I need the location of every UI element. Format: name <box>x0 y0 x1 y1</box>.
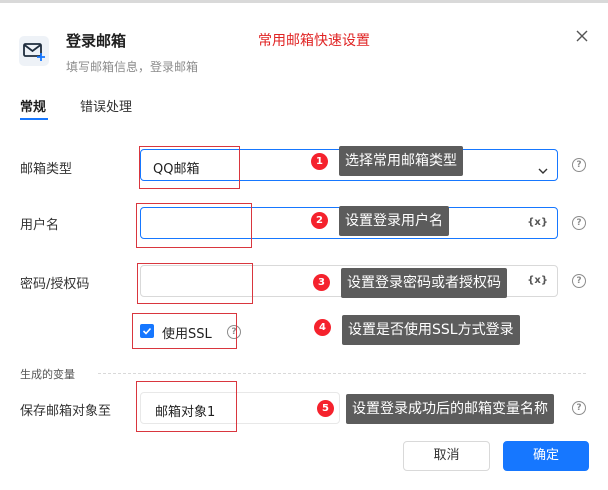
annotation-number-1: 1 <box>311 153 328 170</box>
mail-plus-icon <box>19 36 49 66</box>
annotation-tip-4: 设置是否使用SSL方式登录 <box>342 315 520 345</box>
chevron-down-icon[interactable] <box>538 161 548 180</box>
close-icon[interactable] <box>574 28 590 44</box>
annotation-number-3: 3 <box>313 274 330 291</box>
annotation-number-5: 5 <box>317 400 334 417</box>
variable-icon[interactable]: {x} <box>527 275 548 286</box>
highlight-box-username <box>136 203 252 248</box>
username-help-icon[interactable]: ? <box>572 216 586 230</box>
active-tab-indicator <box>20 118 48 120</box>
mail-type-label: 邮箱类型 <box>20 162 73 177</box>
login-mail-dialog: 登录邮箱 填写邮箱信息，登录邮箱 常用邮箱快速设置 常规 错误处理 邮箱类型 Q… <box>0 0 608 490</box>
highlight-box-mail-type <box>139 146 240 189</box>
highlight-box-output <box>136 381 237 432</box>
dialog-title: 登录邮箱 <box>66 32 127 50</box>
variable-icon[interactable]: {x} <box>527 217 548 228</box>
annotation-title: 常用邮箱快速设置 <box>258 33 370 49</box>
tab-error-handling[interactable]: 错误处理 <box>80 96 132 115</box>
output-help-icon[interactable]: ? <box>572 401 586 415</box>
dialog-subtitle: 填写邮箱信息，登录邮箱 <box>66 60 199 74</box>
annotation-number-2: 2 <box>311 212 328 229</box>
highlight-box-password <box>137 263 253 304</box>
save-mail-object-label: 保存邮箱对象至 <box>20 404 112 419</box>
annotation-tip-3: 设置登录密码或者授权码 <box>341 268 507 298</box>
username-label: 用户名 <box>20 218 60 233</box>
annotation-tip-1: 选择常用邮箱类型 <box>339 146 463 176</box>
mail-type-help-icon[interactable]: ? <box>572 158 586 172</box>
tab-general[interactable]: 常规 <box>20 96 46 115</box>
generated-variables-label: 生成的变量 <box>20 368 75 381</box>
confirm-button[interactable]: 确定 <box>503 441 589 471</box>
password-help-icon[interactable]: ? <box>572 274 586 288</box>
annotation-tip-5: 设置登录成功后的邮箱变量名称 <box>346 394 554 424</box>
section-divider <box>98 373 586 374</box>
highlight-box-ssl <box>132 313 237 349</box>
cancel-button[interactable]: 取消 <box>403 441 490 471</box>
password-label: 密码/授权码 <box>20 277 90 292</box>
annotation-number-4: 4 <box>314 319 331 336</box>
annotation-tip-2: 设置登录用户名 <box>339 206 449 236</box>
